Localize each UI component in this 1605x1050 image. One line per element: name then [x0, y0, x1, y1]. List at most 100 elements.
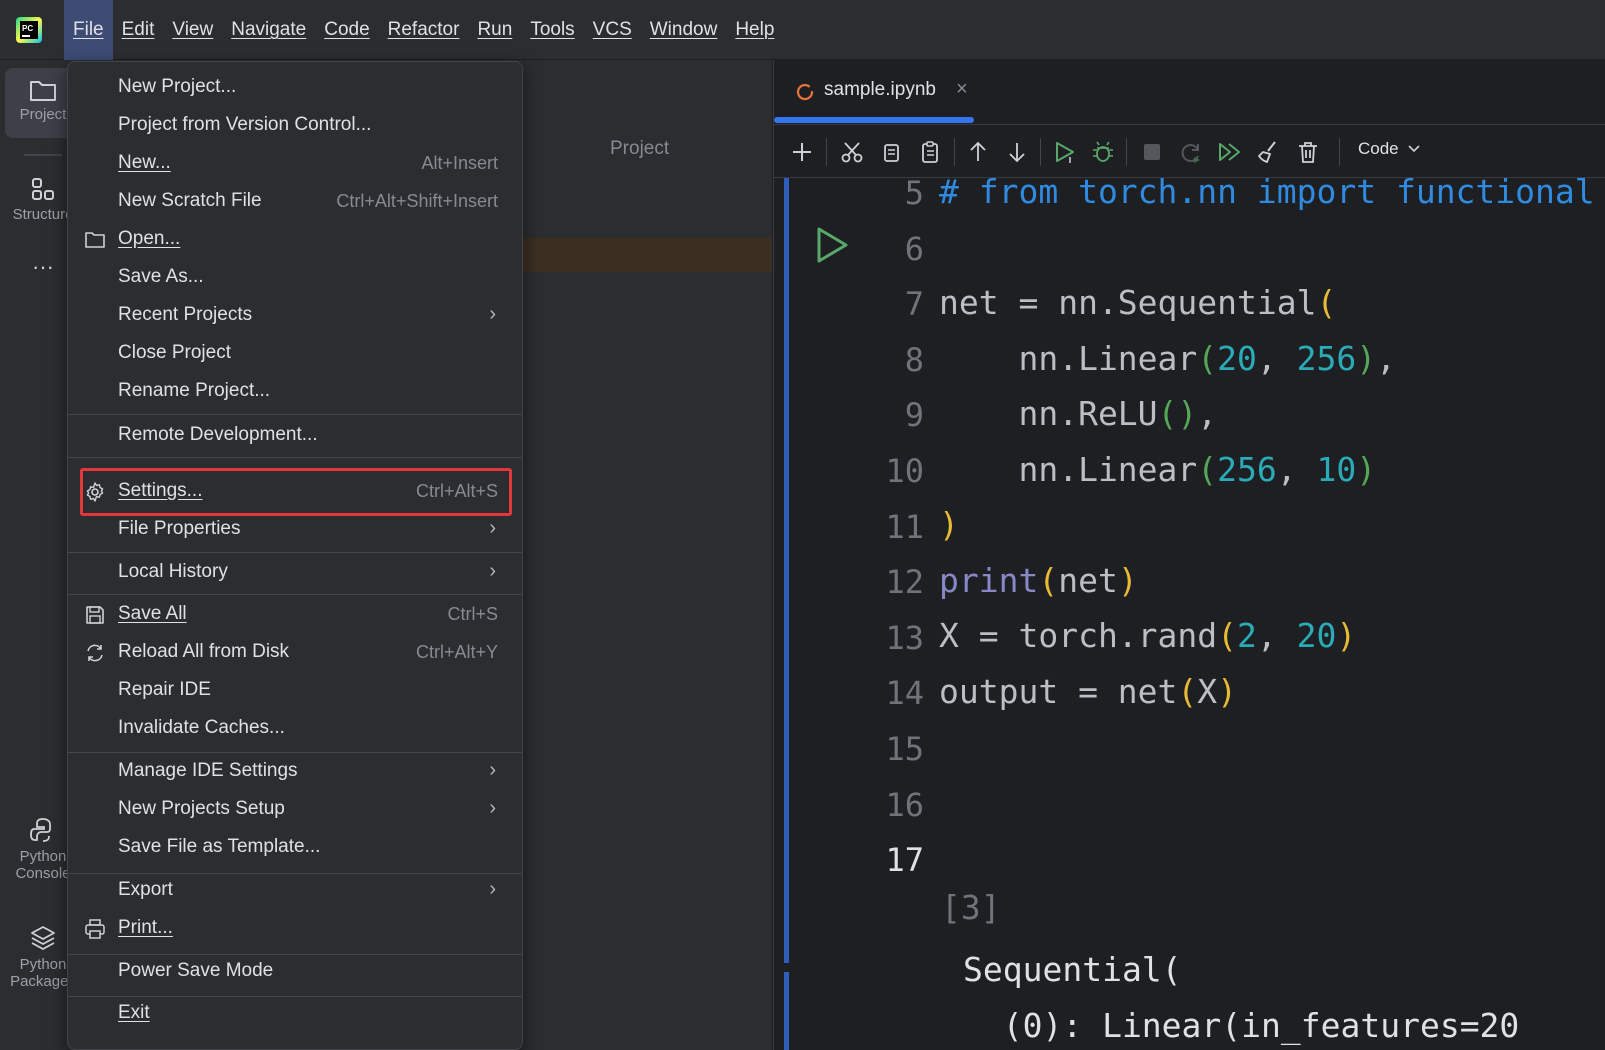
menu-manage-ide-settings[interactable]: Manage IDE Settings ›	[78, 753, 512, 791]
menu-project-from-vcs[interactable]: Project from Version Control...	[78, 107, 512, 145]
menu-save-all[interactable]: Save All Ctrl+S	[78, 596, 512, 634]
output-line: (0): Linear(in_features=20	[963, 1006, 1520, 1045]
menu-edit[interactable]: Edit	[113, 0, 164, 60]
menu-new-projects-setup[interactable]: New Projects Setup ›	[78, 791, 512, 829]
menu-file[interactable]: File	[64, 0, 113, 60]
menu-refactor[interactable]: Refactor	[379, 0, 469, 60]
menu-item-label: Local History	[118, 561, 228, 582]
menu-item-label: File Properties	[118, 518, 241, 539]
run-all-icon[interactable]	[1216, 138, 1244, 166]
code-token: X	[1197, 672, 1218, 711]
toolbar-separator	[1126, 138, 1127, 166]
menu-remote-development[interactable]: Remote Development...	[78, 417, 512, 455]
code-line: # from torch.nn import functional	[939, 178, 1595, 211]
menu-close-project[interactable]: Close Project	[78, 335, 512, 373]
menu-local-history[interactable]: Local History ›	[78, 554, 512, 592]
save-icon	[86, 606, 104, 624]
menu-exit[interactable]: Exit	[78, 995, 512, 1033]
menu-item-label: Rename Project...	[118, 380, 271, 401]
notebook-toolbar: Code	[774, 124, 1605, 178]
cut-cell-icon[interactable]	[838, 138, 866, 166]
code-line: )	[939, 505, 959, 544]
menu-print[interactable]: Print...	[78, 910, 512, 948]
code-token: ,	[1256, 616, 1297, 655]
code-token: nn.Linear	[939, 339, 1198, 378]
menu-item-label: Remote Development...	[118, 424, 318, 445]
delete-cell-icon[interactable]	[1294, 138, 1322, 166]
menu-item-label: Print...	[118, 917, 173, 938]
line-number: 11	[885, 508, 924, 546]
menu-new-project[interactable]: New Project...	[78, 69, 512, 107]
run-cell-select-below-icon[interactable]	[1051, 138, 1079, 166]
output-selection-bar[interactable]	[784, 972, 789, 1050]
debug-cell-icon[interactable]	[1089, 138, 1117, 166]
menu-reload-all[interactable]: Reload All from Disk Ctrl+Alt+Y	[78, 634, 512, 672]
toolbar-separator	[954, 138, 955, 166]
code-token: (	[1197, 450, 1218, 489]
line-number-current: 17	[885, 841, 924, 879]
line-number: 9	[904, 396, 924, 434]
cell-selection-bar[interactable]	[784, 178, 789, 963]
chevron-right-icon: ›	[489, 797, 496, 819]
title-bar: PC File Edit View Navigate Code Refactor…	[0, 0, 1605, 60]
move-cell-down-icon[interactable]	[1003, 138, 1031, 166]
clear-outputs-icon[interactable]	[1255, 138, 1283, 166]
menu-save-file-as-template[interactable]: Save File as Template...	[78, 829, 512, 867]
code-token: net	[1058, 561, 1118, 600]
line-number: 12	[885, 563, 924, 601]
menu-view[interactable]: View	[163, 0, 222, 60]
menu-repair-ide[interactable]: Repair IDE	[78, 672, 512, 710]
menu-item-shortcut: Ctrl+S	[447, 604, 498, 624]
code-token: ,	[1276, 450, 1317, 489]
menu-help[interactable]: Help	[726, 0, 783, 60]
menu-item-label: Close Project	[118, 342, 231, 363]
menu-power-save-mode[interactable]: Power Save Mode	[78, 953, 512, 991]
code-token: # from torch.nn import functional	[939, 178, 1595, 211]
menu-new-scratch-file[interactable]: New Scratch File Ctrl+Alt+Shift+Insert	[78, 183, 512, 221]
code-token: output = net	[939, 672, 1178, 711]
layers-icon	[31, 926, 55, 950]
restart-kernel-icon[interactable]	[1177, 138, 1205, 166]
menu-tools[interactable]: Tools	[521, 0, 583, 60]
stop-kernel-icon[interactable]	[1138, 138, 1166, 166]
menu-navigate[interactable]: Navigate	[222, 0, 315, 60]
menu-item-shortcut: Alt+Insert	[421, 153, 498, 173]
output-line: Sequential(	[963, 950, 1182, 989]
menu-item-label: Exit	[118, 1002, 150, 1023]
cell-type-label: Code	[1358, 139, 1399, 158]
menu-item-label: New Projects Setup	[118, 798, 285, 819]
menu-rename-project[interactable]: Rename Project...	[78, 373, 512, 411]
structure-icon	[32, 178, 54, 200]
menu-item-label: New Scratch File	[118, 190, 262, 211]
editor-tab-sample[interactable]: sample.ipynb ×	[774, 60, 974, 124]
move-cell-up-icon[interactable]	[964, 138, 992, 166]
code-line: print(net)	[939, 561, 1138, 600]
menu-recent-projects[interactable]: Recent Projects ›	[78, 297, 512, 335]
code-line: nn.ReLU(),	[939, 394, 1217, 433]
line-number: 5	[904, 174, 924, 212]
menu-save-as[interactable]: Save As...	[78, 259, 512, 297]
paste-cell-icon[interactable]	[916, 138, 944, 166]
menu-invalidate-caches[interactable]: Invalidate Caches...	[78, 710, 512, 748]
code-cell-editor[interactable]: # from torch.nn import functional net = …	[939, 178, 1605, 958]
settings-highlight-box	[80, 468, 512, 516]
toolbar-separator	[1339, 138, 1340, 166]
editor-tab-label: sample.ipynb	[824, 79, 936, 100]
menu-window[interactable]: Window	[641, 0, 727, 60]
chevron-down-icon	[1408, 145, 1420, 153]
cell-type-dropdown[interactable]: Code	[1358, 139, 1421, 159]
add-cell-icon[interactable]	[788, 138, 816, 166]
menu-export[interactable]: Export ›	[78, 872, 512, 910]
menu-separator	[68, 414, 522, 415]
code-token: 10	[1316, 450, 1357, 489]
menu-file-properties[interactable]: File Properties ›	[78, 511, 512, 549]
menu-run[interactable]: Run	[468, 0, 521, 60]
menu-separator	[68, 594, 522, 595]
menu-open[interactable]: Open...	[78, 221, 512, 259]
chevron-right-icon: ›	[489, 517, 496, 539]
menu-code[interactable]: Code	[315, 0, 378, 60]
copy-cell-icon[interactable]	[877, 138, 905, 166]
close-tab-icon[interactable]: ×	[956, 78, 968, 101]
menu-new[interactable]: New... Alt+Insert	[78, 145, 512, 183]
menu-vcs[interactable]: VCS	[584, 0, 641, 60]
